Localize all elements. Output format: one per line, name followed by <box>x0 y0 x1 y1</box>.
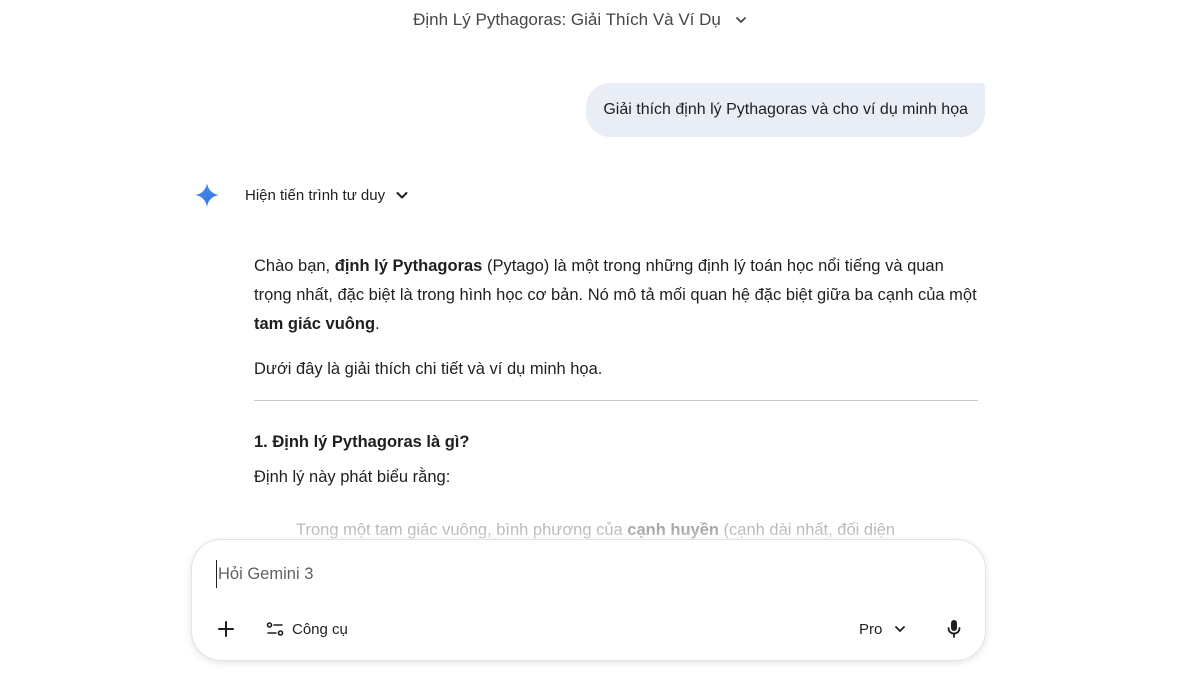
model-response-header: Hiện tiến trình tư duy <box>194 182 409 208</box>
tools-icon <box>266 622 284 636</box>
prompt-composer: Công cụ Pro <box>191 539 986 661</box>
response-paragraph-intro: Chào bạn, định lý Pythagoras (Pytago) là… <box>254 257 977 333</box>
add-attachment-button[interactable] <box>212 615 240 643</box>
microphone-button[interactable] <box>942 615 966 643</box>
gemini-chat-page: Định Lý Pythagoras: Giải Thích Và Ví Dụ … <box>0 0 1200 675</box>
plus-icon <box>218 621 234 637</box>
show-thinking-label: Hiện tiến trình tư duy <box>245 186 386 204</box>
chevron-down-icon <box>396 192 408 199</box>
show-thinking-toggle[interactable]: Hiện tiến trình tư duy <box>245 187 409 204</box>
tools-button[interactable]: Công cụ <box>266 616 348 642</box>
section-divider <box>254 400 978 401</box>
chevron-down-icon <box>895 626 906 632</box>
model-response-body: Chào bạn, định lý Pythagoras (Pytago) là… <box>254 252 978 545</box>
section-heading: 1. Định lý Pythagoras là gì? <box>254 433 470 451</box>
response-paragraph-lead: Dưới đây là giải thích chi tiết và ví dụ… <box>254 360 603 378</box>
model-selector-label: Pro <box>859 620 883 638</box>
conversation-title-dropdown[interactable]: Định Lý Pythagoras: Giải Thích Và Ví Dụ <box>0 10 1160 30</box>
section-intro-text: Định lý này phát biểu rằng: <box>254 468 451 486</box>
user-message-text: Giải thích định lý Pythagoras và cho ví … <box>603 101 968 118</box>
microphone-icon <box>947 620 961 638</box>
conversation-title: Định Lý Pythagoras: Giải Thích Và Ví Dụ <box>413 10 721 29</box>
tools-label: Công cụ <box>292 620 348 638</box>
chevron-down-icon <box>735 17 746 23</box>
user-message-bubble: Giải thích định lý Pythagoras và cho ví … <box>586 83 985 137</box>
prompt-input[interactable] <box>216 560 936 588</box>
gemini-spark-icon <box>195 183 219 207</box>
model-selector-button[interactable]: Pro <box>859 616 906 642</box>
